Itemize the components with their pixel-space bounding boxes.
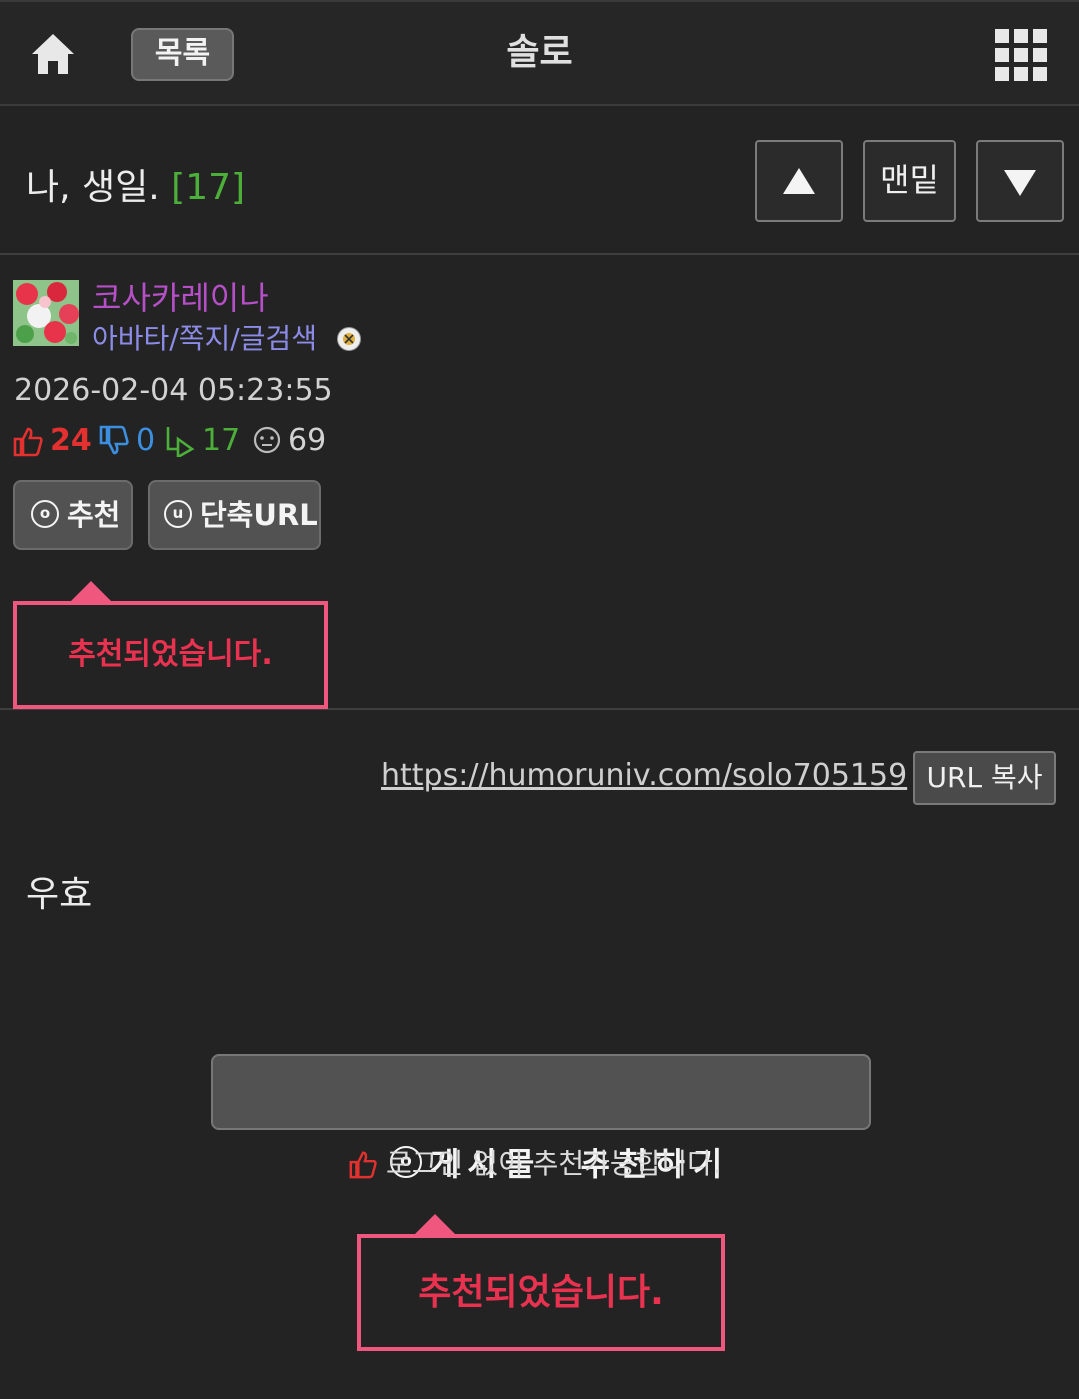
recommend-toast-bottom: 추천되었습니다. — [357, 1214, 725, 1351]
triangle-up-icon — [783, 168, 815, 194]
post-title-bar: 나, 생일. [17] 맨밑 — [0, 106, 1079, 255]
dislike-count: 0 — [136, 423, 156, 458]
triangle-down-icon — [1004, 170, 1036, 196]
toast-arrow — [69, 581, 113, 603]
recommend-button[interactable]: o 추천 — [13, 480, 133, 550]
reply-arrow-icon — [166, 427, 195, 457]
reply-count: 17 — [202, 423, 241, 458]
scroll-down-button[interactable] — [976, 140, 1064, 222]
circle-o-icon: o — [31, 500, 59, 528]
grid-menu-icon[interactable] — [995, 29, 1047, 81]
list-button[interactable]: 목록 — [131, 28, 234, 81]
level-badge-icon — [337, 327, 361, 351]
short-url-label: 단축URL — [200, 498, 318, 532]
recommend-post-button[interactable]: o 게시물 추천하기 — [211, 1054, 871, 1183]
comment-count[interactable]: [17] — [171, 167, 245, 208]
scroll-bottom-button[interactable]: 맨밑 — [863, 140, 956, 222]
thumbs-down-icon — [99, 425, 129, 455]
view-face-icon — [253, 426, 281, 454]
author-menu-link[interactable]: 아바타/쪽지/글검색 — [92, 317, 317, 357]
avatar[interactable] — [13, 280, 79, 346]
post-title-text: 나, 생일. — [26, 167, 160, 208]
home-icon[interactable] — [30, 32, 76, 76]
toast-message: 추천되었습니다. — [68, 637, 273, 672]
author-nickname[interactable]: 코사카레이나 — [92, 273, 269, 319]
nologin-notice: 로그인 없이 추천가능합니다. — [348, 1142, 722, 1182]
circle-u-icon: u — [164, 500, 192, 528]
recommend-toast: 추천되었습니다. — [13, 581, 328, 709]
view-count: 69 — [288, 423, 327, 458]
short-url-button[interactable]: u 단축URL — [148, 480, 321, 550]
post-datetime: 2026-02-04 05:23:55 — [14, 373, 333, 408]
scroll-up-button[interactable] — [755, 140, 843, 222]
author-section: 코사카레이나 아바타/쪽지/글검색 2026-02-04 05:23:55 24… — [0, 255, 1079, 710]
post-title: 나, 생일. [17] — [26, 158, 245, 210]
thumbs-up-icon — [349, 1151, 377, 1179]
post-content: 우효 — [26, 874, 93, 915]
like-count: 24 — [50, 423, 92, 458]
top-bar: 목록 솔로 — [0, 0, 1079, 106]
toast-arrow — [413, 1214, 457, 1236]
toast-message-bottom: 추천되었습니다. — [418, 1272, 664, 1313]
post-url-link[interactable]: https://humoruniv.com/solo705159 — [381, 758, 907, 793]
thumbs-up-icon — [13, 427, 43, 457]
recommend-label: 추천 — [67, 498, 121, 532]
url-copy-button[interactable]: URL 복사 — [913, 751, 1056, 805]
nologin-text: 로그인 없이 추천가능합니다. — [386, 1147, 722, 1180]
